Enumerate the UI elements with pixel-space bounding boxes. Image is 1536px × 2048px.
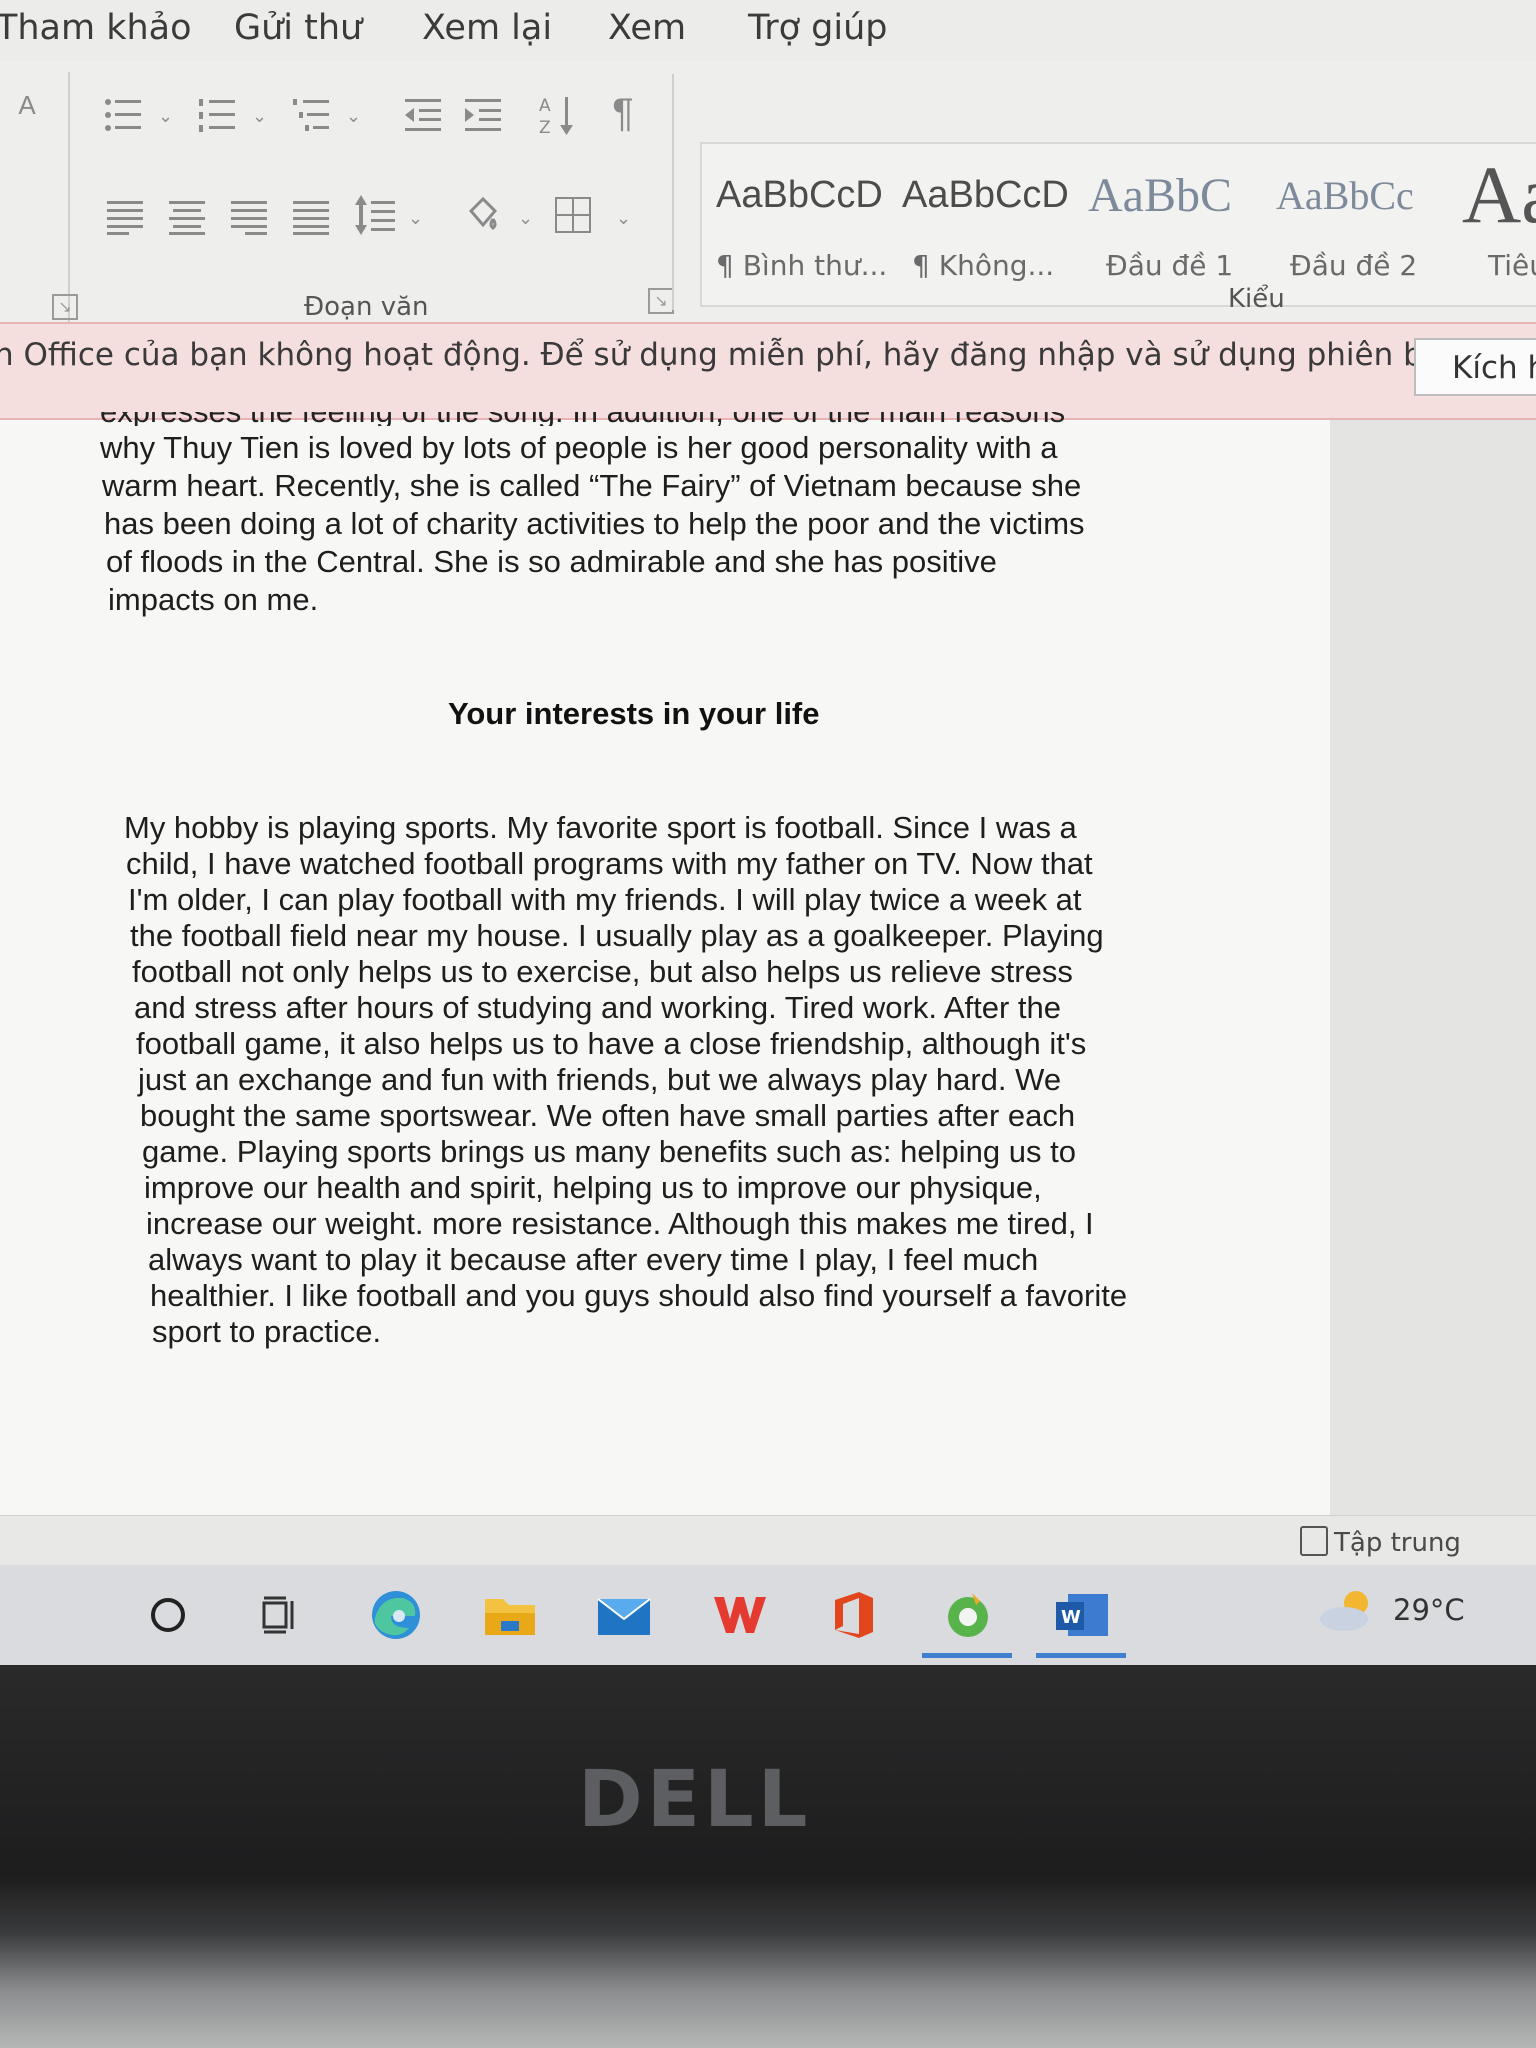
activation-banner: n Office của bạn không hoạt động. Để sử … — [0, 322, 1536, 420]
status-bar: Tập trung — [0, 1515, 1536, 1565]
focus-icon — [1300, 1526, 1328, 1556]
text-line: the football field near my house. I usua… — [130, 918, 1104, 953]
text-line: healthier. I like football and you guys … — [150, 1278, 1128, 1313]
line-spacing-icon[interactable] — [352, 192, 398, 238]
text-line: bought the same sportswear. We often hav… — [140, 1098, 1076, 1133]
chevron-down-icon[interactable]: ⌄ — [346, 106, 366, 126]
text-line: warm heart. Recently, she is called “The… — [102, 468, 1082, 503]
text-line: game. Playing sports brings us many bene… — [142, 1134, 1076, 1169]
chevron-down-icon[interactable]: ⌄ — [252, 106, 272, 126]
chevron-down-icon[interactable]: ⌄ — [518, 208, 538, 228]
text-line: has been doing a lot of charity activiti… — [104, 506, 1085, 541]
edge-icon[interactable] — [368, 1587, 424, 1643]
sort-icon[interactable]: AZ — [534, 92, 580, 138]
align-center-icon[interactable] — [164, 194, 210, 240]
multilevel-list-icon[interactable] — [288, 92, 334, 138]
style-preview: AaBbCcD — [716, 174, 883, 216]
text-line: increase our weight. more resistance. Al… — [146, 1206, 1094, 1241]
document-page[interactable]: expresses the feeling of the song. In ad… — [0, 412, 1330, 1520]
cut-off-line: expresses the feeling of the song. In ad… — [100, 412, 1130, 426]
tab-view[interactable]: Xem — [608, 8, 686, 48]
align-left-icon[interactable] — [102, 194, 148, 240]
task-view-icon[interactable] — [252, 1587, 308, 1643]
banner-message: n Office của bạn không hoạt động. Để sử … — [0, 337, 1535, 373]
dialog-launcher-icon[interactable]: ↘ — [52, 294, 78, 320]
activate-button[interactable]: Kích h — [1414, 338, 1536, 396]
dell-logo: DELL — [578, 1755, 812, 1845]
style-preview: Aa — [1462, 149, 1536, 240]
text-line: just an exchange and fun with friends, b… — [138, 1062, 1062, 1097]
tab-help[interactable]: Trợ giúp — [748, 8, 888, 48]
shading-icon[interactable] — [460, 192, 506, 238]
pilcrow-icon[interactable]: ¶ — [600, 90, 646, 136]
chevron-down-icon[interactable]: ⌄ — [408, 208, 428, 228]
taskbar: W 29°C — [0, 1565, 1536, 1665]
wps-icon[interactable] — [712, 1587, 768, 1643]
svg-text:A: A — [539, 96, 551, 116]
group-separator — [672, 74, 674, 310]
svg-text:W: W — [1061, 1607, 1081, 1628]
increase-indent-icon[interactable] — [460, 92, 506, 138]
paragraph-group-label: Đoạn văn — [304, 292, 429, 322]
styles-gallery: AaBbCcD ¶ Bình thư... AaBbCcD ¶ Không...… — [700, 142, 1536, 307]
weather-icon[interactable] — [1316, 1587, 1378, 1635]
text-line: of floods in the Central. She is so admi… — [106, 544, 997, 579]
align-right-icon[interactable] — [226, 194, 272, 240]
text-line: improve our health and spirit, helping u… — [144, 1170, 1042, 1205]
ribbon: A ⌄ ⌄ ⌄ AZ ¶ ⌄ ⌄ ⌄ ↘ Đoạn văn ↘ AaBbCcD … — [0, 62, 1536, 324]
ribbon-tab-bar: Tham khảo Gửi thư Xem lại Xem Trợ giúp — [0, 0, 1536, 62]
temperature-label[interactable]: 29°C — [1393, 1593, 1465, 1627]
text-effects-icon[interactable]: A — [4, 82, 50, 128]
coccoc-icon[interactable] — [940, 1587, 996, 1643]
style-preview: AaBbCc — [1276, 173, 1414, 218]
text-line: football game, it also helps us to have … — [136, 1026, 1087, 1061]
style-preview: AaBbCcD — [902, 174, 1069, 216]
tab-review[interactable]: Xem lại — [422, 8, 552, 48]
text-line: always want to play it because after eve… — [148, 1242, 1039, 1277]
word-icon[interactable]: W — [1054, 1587, 1110, 1643]
screen: Tham khảo Gửi thư Xem lại Xem Trợ giúp A… — [0, 0, 1536, 1665]
decrease-indent-icon[interactable] — [400, 92, 446, 138]
file-explorer-icon[interactable] — [482, 1587, 538, 1643]
text-line: football not only helps us to exercise, … — [132, 954, 1073, 989]
style-name: Đầu đề 2 — [1290, 249, 1418, 282]
style-name: Đầu đề 1 — [1106, 249, 1234, 282]
justify-icon[interactable] — [288, 194, 334, 240]
style-name: ¶ Bình thư... — [716, 249, 888, 282]
style-name: Tiêu — [1488, 249, 1536, 282]
text-line: impacts on me. — [108, 582, 319, 617]
document-area[interactable]: expresses the feeling of the song. In ad… — [0, 412, 1536, 1520]
text-line: child, I have watched football programs … — [126, 846, 1093, 881]
search-icon[interactable] — [140, 1587, 196, 1643]
text-line: why Thuy Tien is loved by lots of people… — [100, 430, 1058, 465]
svg-text:Z: Z — [539, 118, 551, 137]
text-line: and stress after hours of studying and w… — [134, 990, 1062, 1025]
tab-references[interactable]: Tham khảo — [0, 8, 192, 48]
style-preview: AaBbC — [1088, 169, 1232, 222]
focus-mode-button[interactable]: Tập trung — [1300, 1526, 1461, 1558]
active-app-indicator — [1036, 1653, 1126, 1658]
borders-icon[interactable] — [550, 192, 596, 238]
chevron-down-icon[interactable]: ⌄ — [616, 208, 636, 228]
active-app-indicator — [922, 1653, 1012, 1658]
styles-group-label: Kiểu — [1228, 284, 1285, 314]
tab-mailings[interactable]: Gửi thư — [234, 8, 362, 48]
section-heading: Your interests in your life — [448, 696, 820, 731]
text-line: My hobby is playing sports. My favorite … — [124, 810, 1077, 845]
numbering-icon[interactable] — [194, 92, 240, 138]
bullets-icon[interactable] — [100, 92, 146, 138]
text-line: I'm older, I can play football with my f… — [128, 882, 1082, 917]
mail-icon[interactable] — [596, 1587, 652, 1643]
focus-label: Tập trung — [1334, 1528, 1461, 1558]
text-line: sport to practice. — [152, 1314, 382, 1349]
style-name: ¶ Không... — [912, 249, 1055, 282]
office-icon[interactable] — [826, 1587, 882, 1643]
dialog-launcher-icon[interactable]: ↘ — [648, 288, 674, 314]
laptop-bezel: DELL — [0, 1665, 1536, 2048]
paragraph-group: ⌄ ⌄ ⌄ AZ ¶ ⌄ ⌄ ⌄ ↘ Đoạn văn ↘ — [52, 74, 674, 324]
chevron-down-icon[interactable]: ⌄ — [158, 106, 178, 126]
